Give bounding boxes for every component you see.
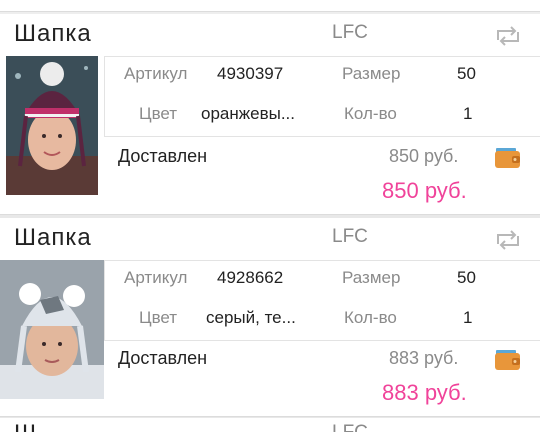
repeat-order-icon[interactable] (494, 24, 522, 48)
unit-price: 883 руб. (389, 348, 459, 368)
color-label: Цвет (139, 308, 178, 327)
product-brand: LFC (332, 22, 368, 43)
color-value: оранжевы... (201, 104, 295, 123)
qty-value: 1 (463, 104, 473, 123)
product-brand: LFC (332, 226, 368, 247)
qty-label: Кол-во (344, 104, 397, 123)
product-photo[interactable] (0, 260, 104, 399)
product-brand: LFC (332, 422, 368, 432)
article-value: 4930397 (217, 64, 284, 83)
qty-value: 1 (463, 308, 473, 327)
order-details: Артикул 4928662 Размер 50 Цвет серый, те… (104, 260, 540, 340)
product-photo[interactable] (6, 56, 98, 195)
qty-label: Кол-во (344, 308, 397, 327)
divider (104, 136, 540, 137)
divider (104, 340, 540, 341)
next-order-card-partial[interactable]: Ш LFC (0, 418, 540, 432)
product-title: Ш (14, 420, 36, 432)
color-value: серый, те... (206, 308, 296, 327)
order-status: Доставлен (118, 348, 208, 368)
wallet-icon[interactable] (494, 346, 522, 372)
product-title: Шапка (14, 20, 92, 47)
article-label: Артикул (124, 268, 188, 287)
wallet-icon[interactable] (494, 144, 522, 170)
order-card[interactable]: Шапка LFC Артикул 4928662 Размер 50 Цвет… (0, 218, 540, 420)
repeat-order-icon[interactable] (494, 228, 522, 252)
order-details: Артикул 4930397 Размер 50 Цвет оранжевы.… (104, 56, 540, 136)
product-title: Шапка (14, 224, 92, 251)
size-label: Размер (342, 268, 401, 287)
unit-price: 850 руб. (389, 146, 459, 166)
order-total: 883 руб. (382, 380, 467, 405)
size-value: 50 (457, 268, 476, 287)
size-label: Размер (342, 64, 401, 83)
previous-order-card-partial[interactable] (0, 0, 540, 12)
article-label: Артикул (124, 64, 188, 83)
article-value: 4928662 (217, 268, 284, 287)
color-label: Цвет (139, 104, 178, 123)
order-card[interactable]: Шапка LFC Артикул 4930397 Размер 50 Цвет… (0, 14, 540, 216)
order-total: 850 руб. (382, 178, 467, 203)
size-value: 50 (457, 64, 476, 83)
order-status: Доставлен (118, 146, 208, 166)
